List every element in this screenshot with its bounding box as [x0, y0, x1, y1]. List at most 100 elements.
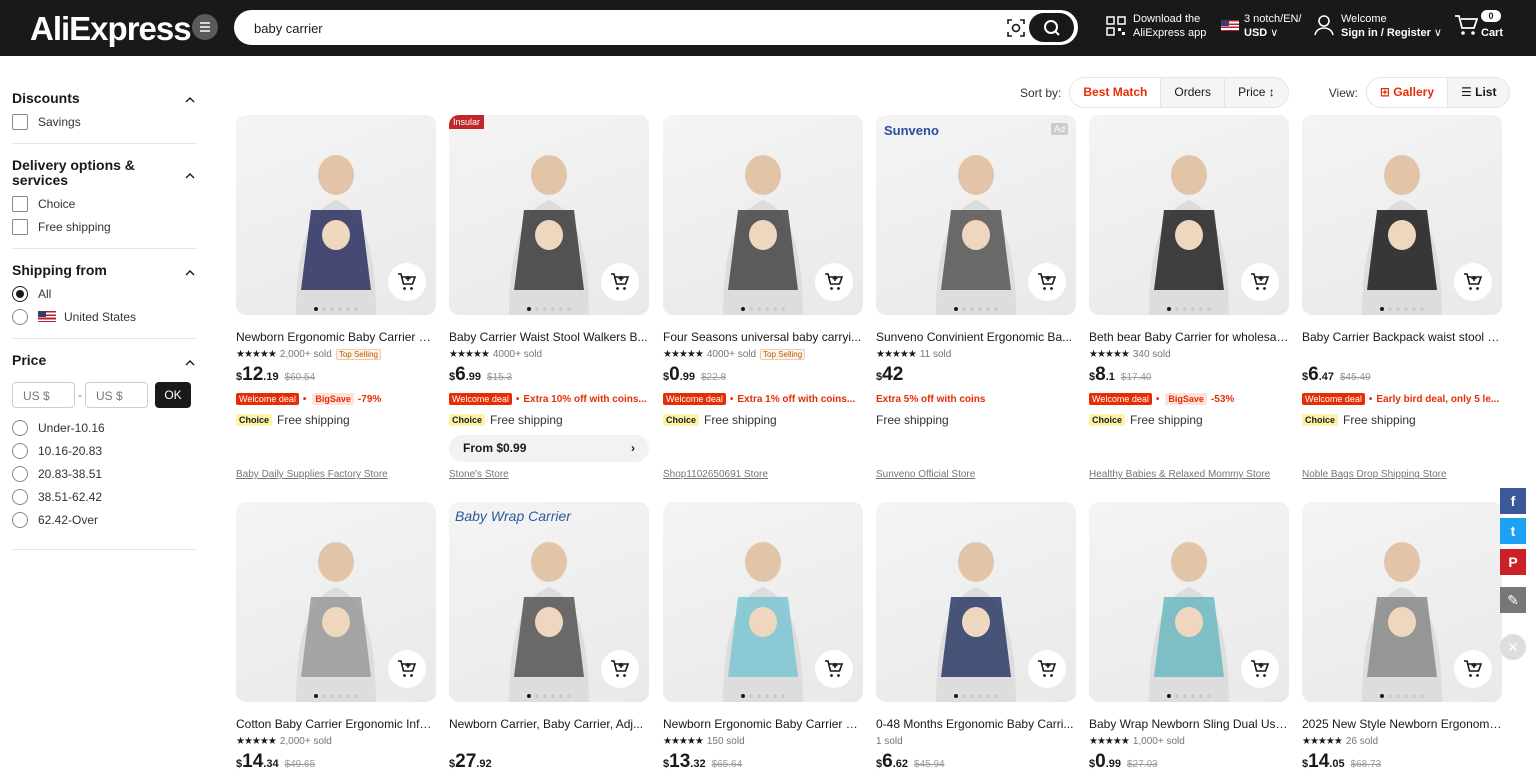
- product-title[interactable]: Newborn Ergonomic Baby Carrier B...: [236, 330, 436, 344]
- checkbox[interactable]: [12, 195, 28, 212]
- product-image[interactable]: [1302, 115, 1502, 315]
- sort-price[interactable]: Price ↕: [1225, 78, 1288, 107]
- radio-button[interactable]: [12, 308, 28, 325]
- edit-icon[interactable]: ✎: [1500, 587, 1526, 613]
- add-to-cart-button[interactable]: [388, 263, 426, 301]
- product-title[interactable]: Four Seasons universal baby carryi...: [663, 330, 863, 344]
- product-card[interactable]: Newborn Ergonomic Baby Carrier B... ★★★★★…: [663, 502, 863, 775]
- product-image[interactable]: Baby Wrap Carrier: [449, 502, 649, 702]
- ship-us-option[interactable]: United States: [12, 308, 197, 325]
- product-title[interactable]: Baby Wrap Newborn Sling Dual Use...: [1089, 717, 1289, 731]
- discounts-title[interactable]: Discounts: [12, 91, 162, 106]
- product-card[interactable]: Newborn Ergonomic Baby Carrier B... ★★★★★…: [236, 115, 436, 427]
- product-card[interactable]: Baby Carrier Backpack waist stool s... $6…: [1302, 115, 1502, 427]
- image-search-icon[interactable]: [1006, 18, 1026, 38]
- chevron-up-icon[interactable]: [185, 92, 195, 103]
- product-title[interactable]: Newborn Ergonomic Baby Carrier B...: [663, 717, 863, 731]
- radio-button[interactable]: [12, 465, 28, 482]
- max-price-input[interactable]: US $: [85, 382, 148, 408]
- product-title[interactable]: 2025 New Style Newborn Ergonomi...: [1302, 717, 1502, 731]
- view-list[interactable]: ☰ List: [1448, 78, 1509, 107]
- add-to-cart-button[interactable]: [1241, 263, 1279, 301]
- product-title[interactable]: Beth bear Baby Carrier for wholesal...: [1089, 330, 1289, 344]
- region-selector[interactable]: 3 notch/EN/ USD ∨: [1244, 12, 1301, 40]
- price-ok-button[interactable]: OK: [155, 382, 191, 408]
- store-link[interactable]: Stone's Store: [449, 469, 509, 480]
- store-link[interactable]: Baby Daily Supplies Factory Store: [236, 469, 388, 480]
- product-image[interactable]: Insular: [449, 115, 649, 315]
- product-card[interactable]: Baby Wrap Newborn Sling Dual Use... ★★★★★…: [1089, 502, 1289, 775]
- radio-button[interactable]: [12, 285, 28, 302]
- checkbox[interactable]: [12, 113, 28, 130]
- menu-button[interactable]: [192, 14, 218, 40]
- chevron-up-icon[interactable]: [185, 355, 195, 366]
- product-title[interactable]: Baby Carrier Waist Stool Walkers B...: [449, 330, 649, 344]
- chevron-up-icon[interactable]: [185, 168, 195, 179]
- product-card[interactable]: Beth bear Baby Carrier for wholesal... ★★…: [1089, 115, 1289, 427]
- radio-button[interactable]: [12, 511, 28, 528]
- product-card[interactable]: 0-48 Months Ergonomic Baby Carri... 1 sol…: [876, 502, 1076, 775]
- view-gallery[interactable]: ⊞ Gallery: [1366, 78, 1448, 107]
- product-image[interactable]: [663, 502, 863, 702]
- product-image[interactable]: Sunveno Ad: [876, 115, 1076, 315]
- add-to-cart-button[interactable]: [815, 263, 853, 301]
- product-image[interactable]: [236, 115, 436, 315]
- price-title[interactable]: Price: [12, 353, 162, 368]
- product-image[interactable]: [1089, 115, 1289, 315]
- add-to-cart-button[interactable]: [815, 650, 853, 688]
- add-to-cart-button[interactable]: [601, 263, 639, 301]
- product-card[interactable]: Insular Baby Carrier Waist Stool Walkers …: [449, 115, 649, 462]
- add-to-cart-button[interactable]: [1454, 263, 1492, 301]
- add-to-cart-button[interactable]: [388, 650, 426, 688]
- price-range-option[interactable]: 38.51-62.42: [12, 488, 197, 505]
- pinterest-icon[interactable]: P: [1500, 549, 1526, 575]
- store-link[interactable]: Shop1102650691 Store: [663, 469, 768, 480]
- radio-button[interactable]: [12, 442, 28, 459]
- price-range-option[interactable]: 10.16-20.83: [12, 442, 197, 459]
- add-to-cart-button[interactable]: [1028, 650, 1066, 688]
- product-card[interactable]: Four Seasons universal baby carryi... ★★★…: [663, 115, 863, 427]
- product-image[interactable]: [236, 502, 436, 702]
- product-title[interactable]: Sunveno Convinient Ergonomic Ba...: [876, 330, 1076, 344]
- product-image[interactable]: [1089, 502, 1289, 702]
- product-title[interactable]: 0-48 Months Ergonomic Baby Carri...: [876, 717, 1076, 731]
- radio-button[interactable]: [12, 488, 28, 505]
- add-to-cart-button[interactable]: [1454, 650, 1492, 688]
- product-image[interactable]: [1302, 502, 1502, 702]
- product-title[interactable]: Newborn Carrier, Baby Carrier, Adj...: [449, 717, 649, 731]
- store-link[interactable]: Noble Bags Drop Shipping Store: [1302, 469, 1447, 480]
- store-link[interactable]: Healthy Babies & Relaxed Mommy Store: [1089, 469, 1270, 480]
- choice-option[interactable]: Choice: [12, 195, 197, 212]
- cart-icon[interactable]: [1454, 14, 1478, 36]
- sort-orders[interactable]: Orders: [1161, 78, 1226, 107]
- add-to-cart-button[interactable]: [1028, 263, 1066, 301]
- twitter-icon[interactable]: t: [1500, 518, 1526, 544]
- download-app-link[interactable]: Download the AliExpress app: [1133, 12, 1206, 40]
- close-icon[interactable]: ✕: [1500, 634, 1526, 660]
- facebook-icon[interactable]: f: [1500, 488, 1526, 514]
- store-link[interactable]: Sunveno Official Store: [876, 469, 975, 480]
- price-range-option[interactable]: Under-10.16: [12, 419, 197, 436]
- sort-best-match[interactable]: Best Match: [1070, 78, 1162, 107]
- price-range-option[interactable]: 20.83-38.51: [12, 465, 197, 482]
- add-to-cart-button[interactable]: [601, 650, 639, 688]
- from-price-button[interactable]: From $0.99 ›: [449, 435, 649, 462]
- product-image[interactable]: [876, 502, 1076, 702]
- radio-button[interactable]: [12, 419, 28, 436]
- checkbox[interactable]: [12, 218, 28, 235]
- product-card[interactable]: Baby Wrap Carrier Newborn Carrier, Baby C…: [449, 502, 649, 775]
- savings-option[interactable]: Savings: [12, 113, 197, 130]
- search-input[interactable]: [254, 18, 954, 38]
- product-title[interactable]: Cotton Baby Carrier Ergonomic Infa...: [236, 717, 436, 731]
- min-price-input[interactable]: US $: [12, 382, 75, 408]
- free-shipping-option[interactable]: Free shipping: [12, 218, 197, 235]
- add-to-cart-button[interactable]: [1241, 650, 1279, 688]
- aliexpress-logo[interactable]: AliExpress: [30, 10, 192, 48]
- account-menu[interactable]: Welcome Sign in / Register ∨: [1341, 12, 1442, 40]
- product-card[interactable]: Sunveno Ad Sunveno Convinient Ergonomic Ba…: [876, 115, 1076, 427]
- ship-all-option[interactable]: All: [12, 285, 197, 302]
- product-card[interactable]: 2025 New Style Newborn Ergonomi... ★★★★★ 2…: [1302, 502, 1502, 775]
- price-range-option[interactable]: 62.42-Over: [12, 511, 197, 528]
- chevron-up-icon[interactable]: [185, 265, 195, 276]
- search-button[interactable]: [1029, 13, 1074, 42]
